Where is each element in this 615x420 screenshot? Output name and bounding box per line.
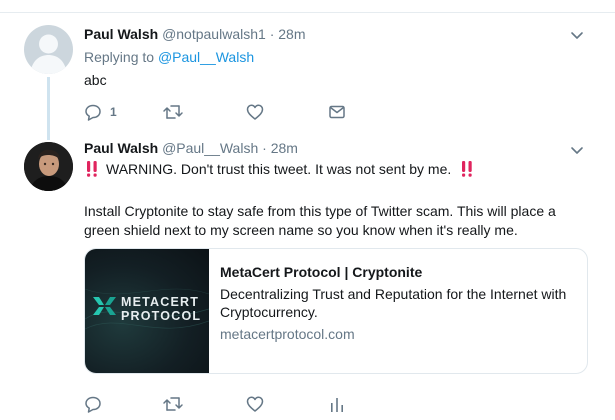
link-preview-card[interactable]: METACERT PROTOCOL MetaCert Protocol | Cr…	[84, 248, 588, 374]
timestamp[interactable]: 28m	[271, 140, 298, 156]
like-button[interactable]	[246, 394, 264, 414]
like-button[interactable]	[246, 102, 264, 122]
like-icon	[246, 396, 264, 412]
avatar[interactable]	[24, 25, 73, 74]
tweet-reply[interactable]: Paul Walsh @notpaulwalsh1 · 28m Replying…	[0, 0, 615, 140]
tweet-header: Paul Walsh @Paul__Walsh · 28m	[84, 140, 298, 156]
reply-count: 1	[110, 105, 117, 119]
double-exclamation-icon	[462, 161, 472, 177]
retweet-icon	[163, 397, 183, 411]
tweet-warning-line: WARNING. Don't trust this tweet. It was …	[84, 160, 475, 178]
tweet-body-line-1: Install Cryptonite to stay safe from thi…	[84, 203, 556, 219]
reply-mention-link[interactable]: @Paul__Walsh	[158, 49, 254, 65]
card-thumbnail: METACERT PROTOCOL	[85, 249, 209, 373]
retweet-icon	[163, 105, 183, 119]
chevron-down-icon[interactable]	[569, 142, 585, 158]
thread-connector	[47, 77, 50, 140]
tweet-header: Paul Walsh @notpaulwalsh1 · 28m	[84, 26, 305, 42]
like-icon	[246, 104, 264, 120]
replying-to: Replying to @Paul__Walsh	[84, 49, 254, 65]
card-url: metacertprotocol.com	[220, 326, 355, 342]
tweet-body-line-2: green shield next to my screen name so y…	[84, 222, 518, 238]
author-handle[interactable]: @notpaulwalsh1	[162, 26, 266, 42]
reply-button[interactable]	[84, 394, 102, 414]
double-exclamation-icon	[87, 161, 97, 177]
card-description: Decentralizing Trust and Reputation for …	[220, 286, 567, 320]
dm-icon	[329, 105, 345, 119]
warning-text: WARNING. Don't trust this tweet. It was …	[106, 161, 452, 177]
reply-button[interactable]: 1	[84, 102, 117, 122]
retweet-button[interactable]	[162, 102, 184, 122]
profile-photo	[24, 142, 73, 191]
separator: ·	[262, 140, 267, 156]
replying-to-label: Replying to	[84, 49, 155, 65]
logo-text-line-1: METACERT	[121, 295, 200, 309]
analytics-icon	[331, 398, 343, 412]
author-handle[interactable]: @Paul__Walsh	[162, 140, 258, 156]
card-title: MetaCert Protocol | Cryptonite	[220, 264, 423, 280]
separator: ·	[269, 26, 275, 42]
reply-icon	[85, 104, 101, 121]
avatar[interactable]	[24, 142, 73, 191]
chevron-down-icon[interactable]	[569, 27, 585, 43]
logo-text-line-2: PROTOCOL	[121, 309, 202, 323]
tweet-actions: 1	[84, 102, 354, 122]
default-avatar-icon	[30, 34, 67, 74]
reply-icon	[85, 396, 101, 413]
analytics-button[interactable]	[328, 394, 346, 414]
author-name[interactable]: Paul Walsh	[84, 140, 158, 156]
dm-button[interactable]	[328, 102, 346, 122]
tweet-text: abc	[84, 72, 107, 88]
retweet-button[interactable]	[162, 394, 184, 414]
author-name[interactable]: Paul Walsh	[84, 26, 158, 42]
tweet-actions	[84, 394, 364, 414]
timestamp[interactable]: 28m	[278, 26, 305, 42]
